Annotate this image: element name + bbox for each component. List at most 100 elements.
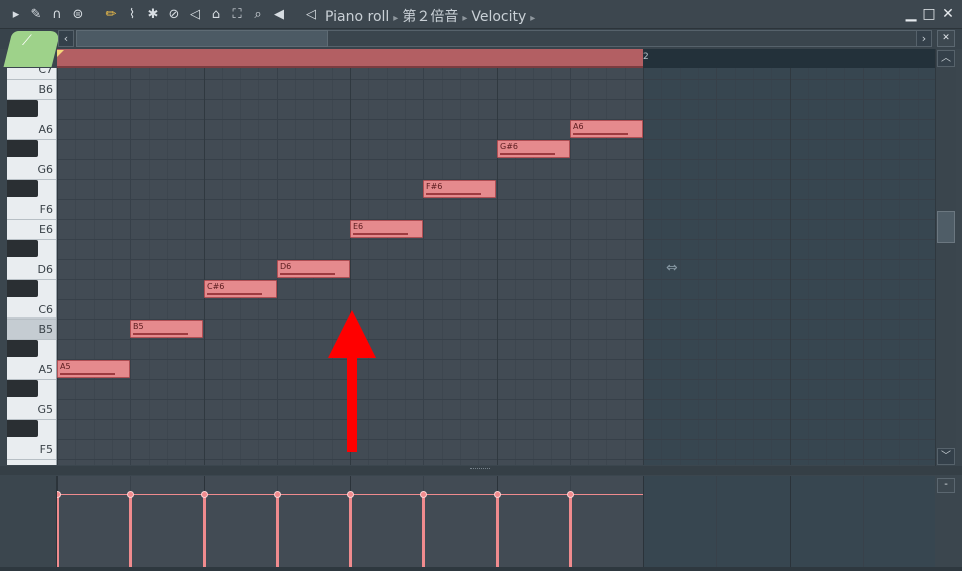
velocity-handle[interactable] [127,491,134,498]
grid-subcolumn-line [844,68,845,465]
note-velocity-bar [353,233,408,235]
breadcrumb-separator-icon: ▸ [393,13,399,24]
breadcrumb-chevron-icon[interactable]: ▸ [530,13,535,24]
velocity-handle[interactable] [420,491,427,498]
scroll-up-button[interactable]: ︿ [937,50,955,67]
select-icon[interactable]: ⛶ [229,7,245,23]
grid-subcolumn-line [368,68,369,465]
note-gsharp6[interactable]: G#6 [497,140,570,158]
velocity-handle[interactable] [494,491,501,498]
resize-horizontal-icon[interactable]: ⇔ [666,260,678,276]
white-key-edge [7,219,56,220]
event-grid-line [643,476,644,567]
note-label: F#6 [426,182,443,191]
collapse-button[interactable]: - [937,478,955,493]
black-key[interactable] [7,100,38,117]
horizontal-scroll-track[interactable] [328,30,916,47]
magnet-icon[interactable]: ∩ [49,7,65,23]
velocity-stem[interactable] [276,495,279,567]
timeline-selection[interactable] [57,49,643,68]
velocity-stem[interactable] [203,495,206,567]
grid-subcolumn-line [460,68,461,465]
velocity-stem[interactable] [422,495,425,567]
scroll-right-button[interactable]: › [916,30,932,47]
black-key[interactable] [7,420,38,437]
grid-row-line [57,159,935,160]
note-label: G#6 [500,142,518,151]
note-b5[interactable]: B5 [130,320,203,338]
playback-icon[interactable]: ◀ [271,7,287,23]
note-a5[interactable]: A5 [57,360,130,378]
key-label: C6 [38,303,53,316]
close-small-icon[interactable]: ✕ [937,30,955,47]
velocity-handle[interactable] [347,491,354,498]
note-csharp6[interactable]: C#6 [204,280,277,298]
black-key[interactable] [7,280,38,297]
grid-subcolumn-line [698,68,699,465]
vertical-scroll-track[interactable] [935,49,956,466]
slice-icon[interactable]: ◁ [187,7,203,23]
key-label: A5 [38,363,53,376]
breadcrumb-parameter[interactable]: Velocity [471,9,526,25]
event-grid-line [716,476,717,567]
step-icon: ⟋ [22,33,32,49]
white-key-edge [7,459,56,460]
grid-subcolumn-line [149,68,150,465]
play-menu-icon[interactable]: ▸ [8,7,24,23]
scroll-down-button[interactable]: ﹀ [937,448,955,465]
note-fsharp6[interactable]: F#6 [423,180,496,198]
slip-icon[interactable]: ⌂ [208,7,224,23]
velocity-handle[interactable] [57,491,61,498]
note-a6[interactable]: A6 [570,120,643,138]
velocity-handle[interactable] [567,491,574,498]
note-velocity-bar [133,333,188,335]
grid-row-line [57,359,935,360]
velocity-handle[interactable] [201,491,208,498]
grid-row-line [57,79,935,80]
note-label: C#6 [207,282,225,291]
velocity-event-editor[interactable] [57,476,935,567]
grid-row-line [57,259,935,260]
white-key-edge [7,79,56,80]
tool-tab[interactable] [3,31,61,67]
close-button[interactable]: ✕ [939,5,957,23]
black-key[interactable] [7,380,38,397]
breadcrumb-channel[interactable]: 第２倍音 [402,6,458,26]
zoom-icon[interactable]: ⌕ [250,7,266,23]
minimize-button[interactable]: ▁ [902,5,920,23]
scroll-left-button[interactable]: ‹ [58,30,74,47]
playhead-marker-icon[interactable] [57,50,64,57]
velocity-stem[interactable] [129,495,132,567]
options-icon[interactable]: ⊜ [70,7,86,23]
velocity-stem[interactable] [569,495,572,567]
grid-row-line [57,399,935,400]
note-grid[interactable]: A5 B5 C#6 D6 E6 F#6 G#6 A6 [57,68,935,465]
velocity-stem[interactable] [57,495,59,567]
speaker-icon[interactable]: ◁ [303,7,319,23]
black-key[interactable] [7,240,38,257]
mute-icon[interactable]: ⊘ [166,7,182,23]
velocity-stem[interactable] [349,495,352,567]
black-key[interactable] [7,340,38,357]
note-e6[interactable]: E6 [350,220,423,238]
note-d6[interactable]: D6 [277,260,350,278]
paint-brush-icon[interactable]: ⌇ [124,7,140,23]
piano-keyboard[interactable]: C7 B6 A6 G6 F6 E6 D6 C6 B5 A5 G5 F5 [7,68,57,465]
velocity-handle[interactable] [274,491,281,498]
grid-subcolumn-line [643,68,644,465]
grid-subcolumn-line [661,68,662,465]
grid-row-line [57,459,935,460]
black-key[interactable] [7,180,38,197]
delete-icon[interactable]: ✱ [145,7,161,23]
horizontal-scroll-thumb[interactable] [76,30,328,47]
grid-subcolumn-line [680,68,681,465]
maximize-button[interactable]: □ [920,5,938,23]
velocity-stem[interactable] [496,495,499,567]
vertical-scroll-thumb[interactable] [937,211,955,243]
wrench-icon[interactable]: ✎ [28,7,44,23]
black-key[interactable] [7,140,38,157]
draw-pencil-icon[interactable]: ✏ [103,7,119,23]
breadcrumb-piano-roll[interactable]: Piano roll [325,9,389,25]
splitter-grip-icon[interactable] [470,468,490,471]
grid-row-line [57,339,935,340]
